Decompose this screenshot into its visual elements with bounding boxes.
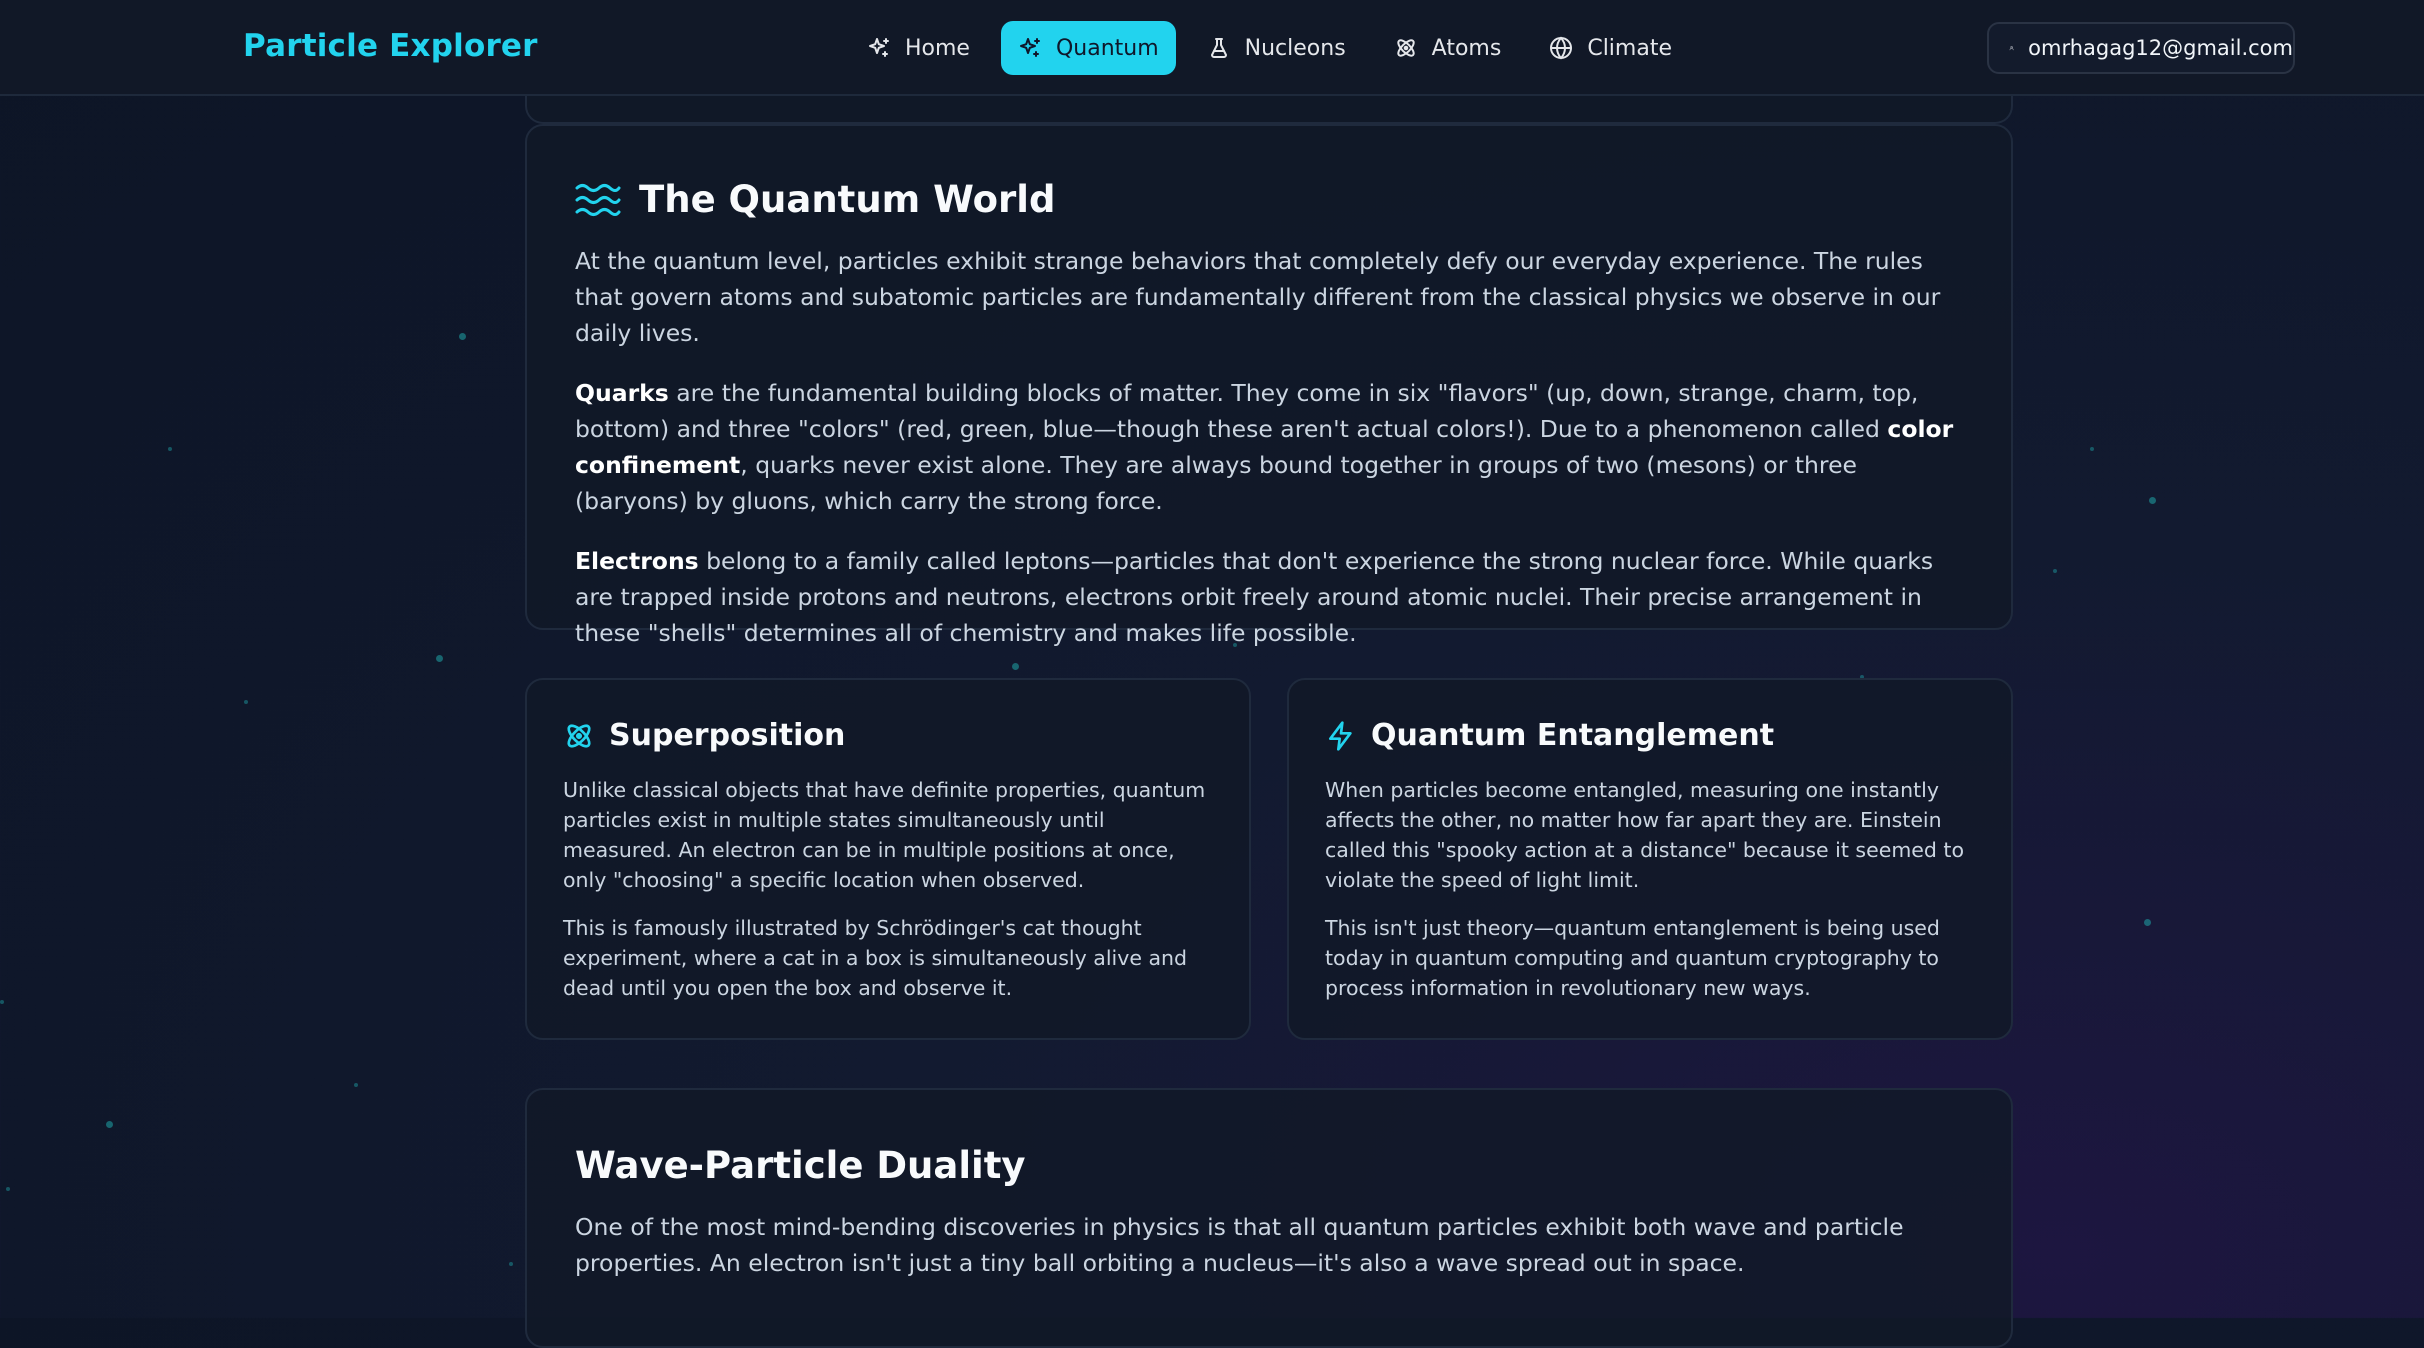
atom-icon xyxy=(1397,39,1415,57)
electrons-term: Electrons xyxy=(575,547,699,575)
nav-item-label: Quantum xyxy=(1055,35,1159,61)
superposition-title: Superposition xyxy=(609,718,846,753)
user-icon xyxy=(2009,46,2014,51)
wave-particle-title: Wave-Particle Duality xyxy=(575,1144,1026,1187)
background-particle xyxy=(6,1187,10,1191)
waves-icon xyxy=(575,183,621,216)
superposition-paragraph-1: Unlike classical objects that have defin… xyxy=(563,778,1206,892)
atom-icon xyxy=(567,723,591,748)
nav-item-atoms[interactable]: Atoms xyxy=(1377,21,1519,75)
nav-item-label: Climate xyxy=(1587,35,1672,61)
quarks-paragraph: Quarks are the fundamental building bloc… xyxy=(575,375,1963,519)
entanglement-paragraph-1: When particles become entangled, measuri… xyxy=(1325,778,1965,892)
background-particle xyxy=(2149,497,2156,504)
entanglement-card: Quantum Entanglement When particles beco… xyxy=(1287,678,2013,1040)
flask-icon xyxy=(1210,38,1227,58)
globe-icon xyxy=(1550,36,1573,60)
sparkles-icon xyxy=(869,38,889,57)
quantum-world-card: The Quantum World At the quantum level, … xyxy=(525,124,2013,647)
nav-item-nucleons[interactable]: Nucleons xyxy=(1190,21,1363,75)
wave-particle-paragraph-1: One of the most mind-bending discoveries… xyxy=(575,1213,1904,1277)
lightning-icon xyxy=(1329,720,1352,751)
background-particle xyxy=(459,333,466,340)
section-title: The Quantum World xyxy=(639,178,1056,221)
nav-item-quantum[interactable]: Quantum xyxy=(1000,21,1176,75)
quarks-term: Quarks xyxy=(575,379,669,407)
superposition-paragraph-2: This is famously illustrated by Schrödin… xyxy=(563,916,1188,1000)
superposition-heading: Superposition xyxy=(563,718,1213,753)
background-particle xyxy=(244,700,248,704)
superposition-card: Superposition Unlike classical objects t… xyxy=(525,678,1251,1040)
background-particle xyxy=(354,1083,358,1087)
background-particle xyxy=(2090,447,2094,451)
entanglement-paragraph-2: This isn't just theory—quantum entanglem… xyxy=(1325,916,1940,1000)
wave-particle-card: Wave-Particle Duality One of the most mi… xyxy=(525,1088,2013,1348)
intro-paragraph: At the quantum level, particles exhibit … xyxy=(575,247,1941,347)
background-particle xyxy=(2144,919,2151,926)
nav-item-label: Home xyxy=(905,35,970,61)
user-email: omrhagag12@gmail.com xyxy=(2028,36,2293,60)
entanglement-heading: Quantum Entanglement xyxy=(1325,718,1975,753)
background-particle xyxy=(168,447,172,451)
electrons-paragraph: Electrons belong to a family called lept… xyxy=(575,543,1963,651)
nav-item-label: Atoms xyxy=(1431,35,1502,61)
nav-item-home[interactable]: Home xyxy=(850,21,987,75)
background-particle xyxy=(1012,663,1019,670)
navbar: Particle Explorer Home Quantum Nucleons … xyxy=(0,0,2424,96)
sparkles-icon xyxy=(1019,38,1040,57)
main-nav: Home Quantum Nucleons Atoms Climate xyxy=(850,21,1689,75)
background-particle xyxy=(509,1262,513,1266)
nav-item-label: Nucleons xyxy=(1244,35,1346,61)
electrons-text: belong to a family called leptons—partic… xyxy=(575,547,1934,647)
quarks-text-continued: , quarks never exist alone. They are alw… xyxy=(575,451,1857,515)
entanglement-title: Quantum Entanglement xyxy=(1371,718,1775,753)
section-heading: The Quantum World xyxy=(575,178,1963,221)
background-particle xyxy=(436,655,443,662)
background-particle xyxy=(2053,569,2057,573)
background-particle xyxy=(0,1000,4,1004)
brand-logo[interactable]: Particle Explorer xyxy=(243,28,538,64)
nav-item-climate[interactable]: Climate xyxy=(1532,21,1689,75)
background-particle xyxy=(106,1121,113,1128)
user-account-button[interactable]: omrhagag12@gmail.com xyxy=(1987,22,2295,74)
quarks-text: are the fundamental building blocks of m… xyxy=(575,379,1919,443)
